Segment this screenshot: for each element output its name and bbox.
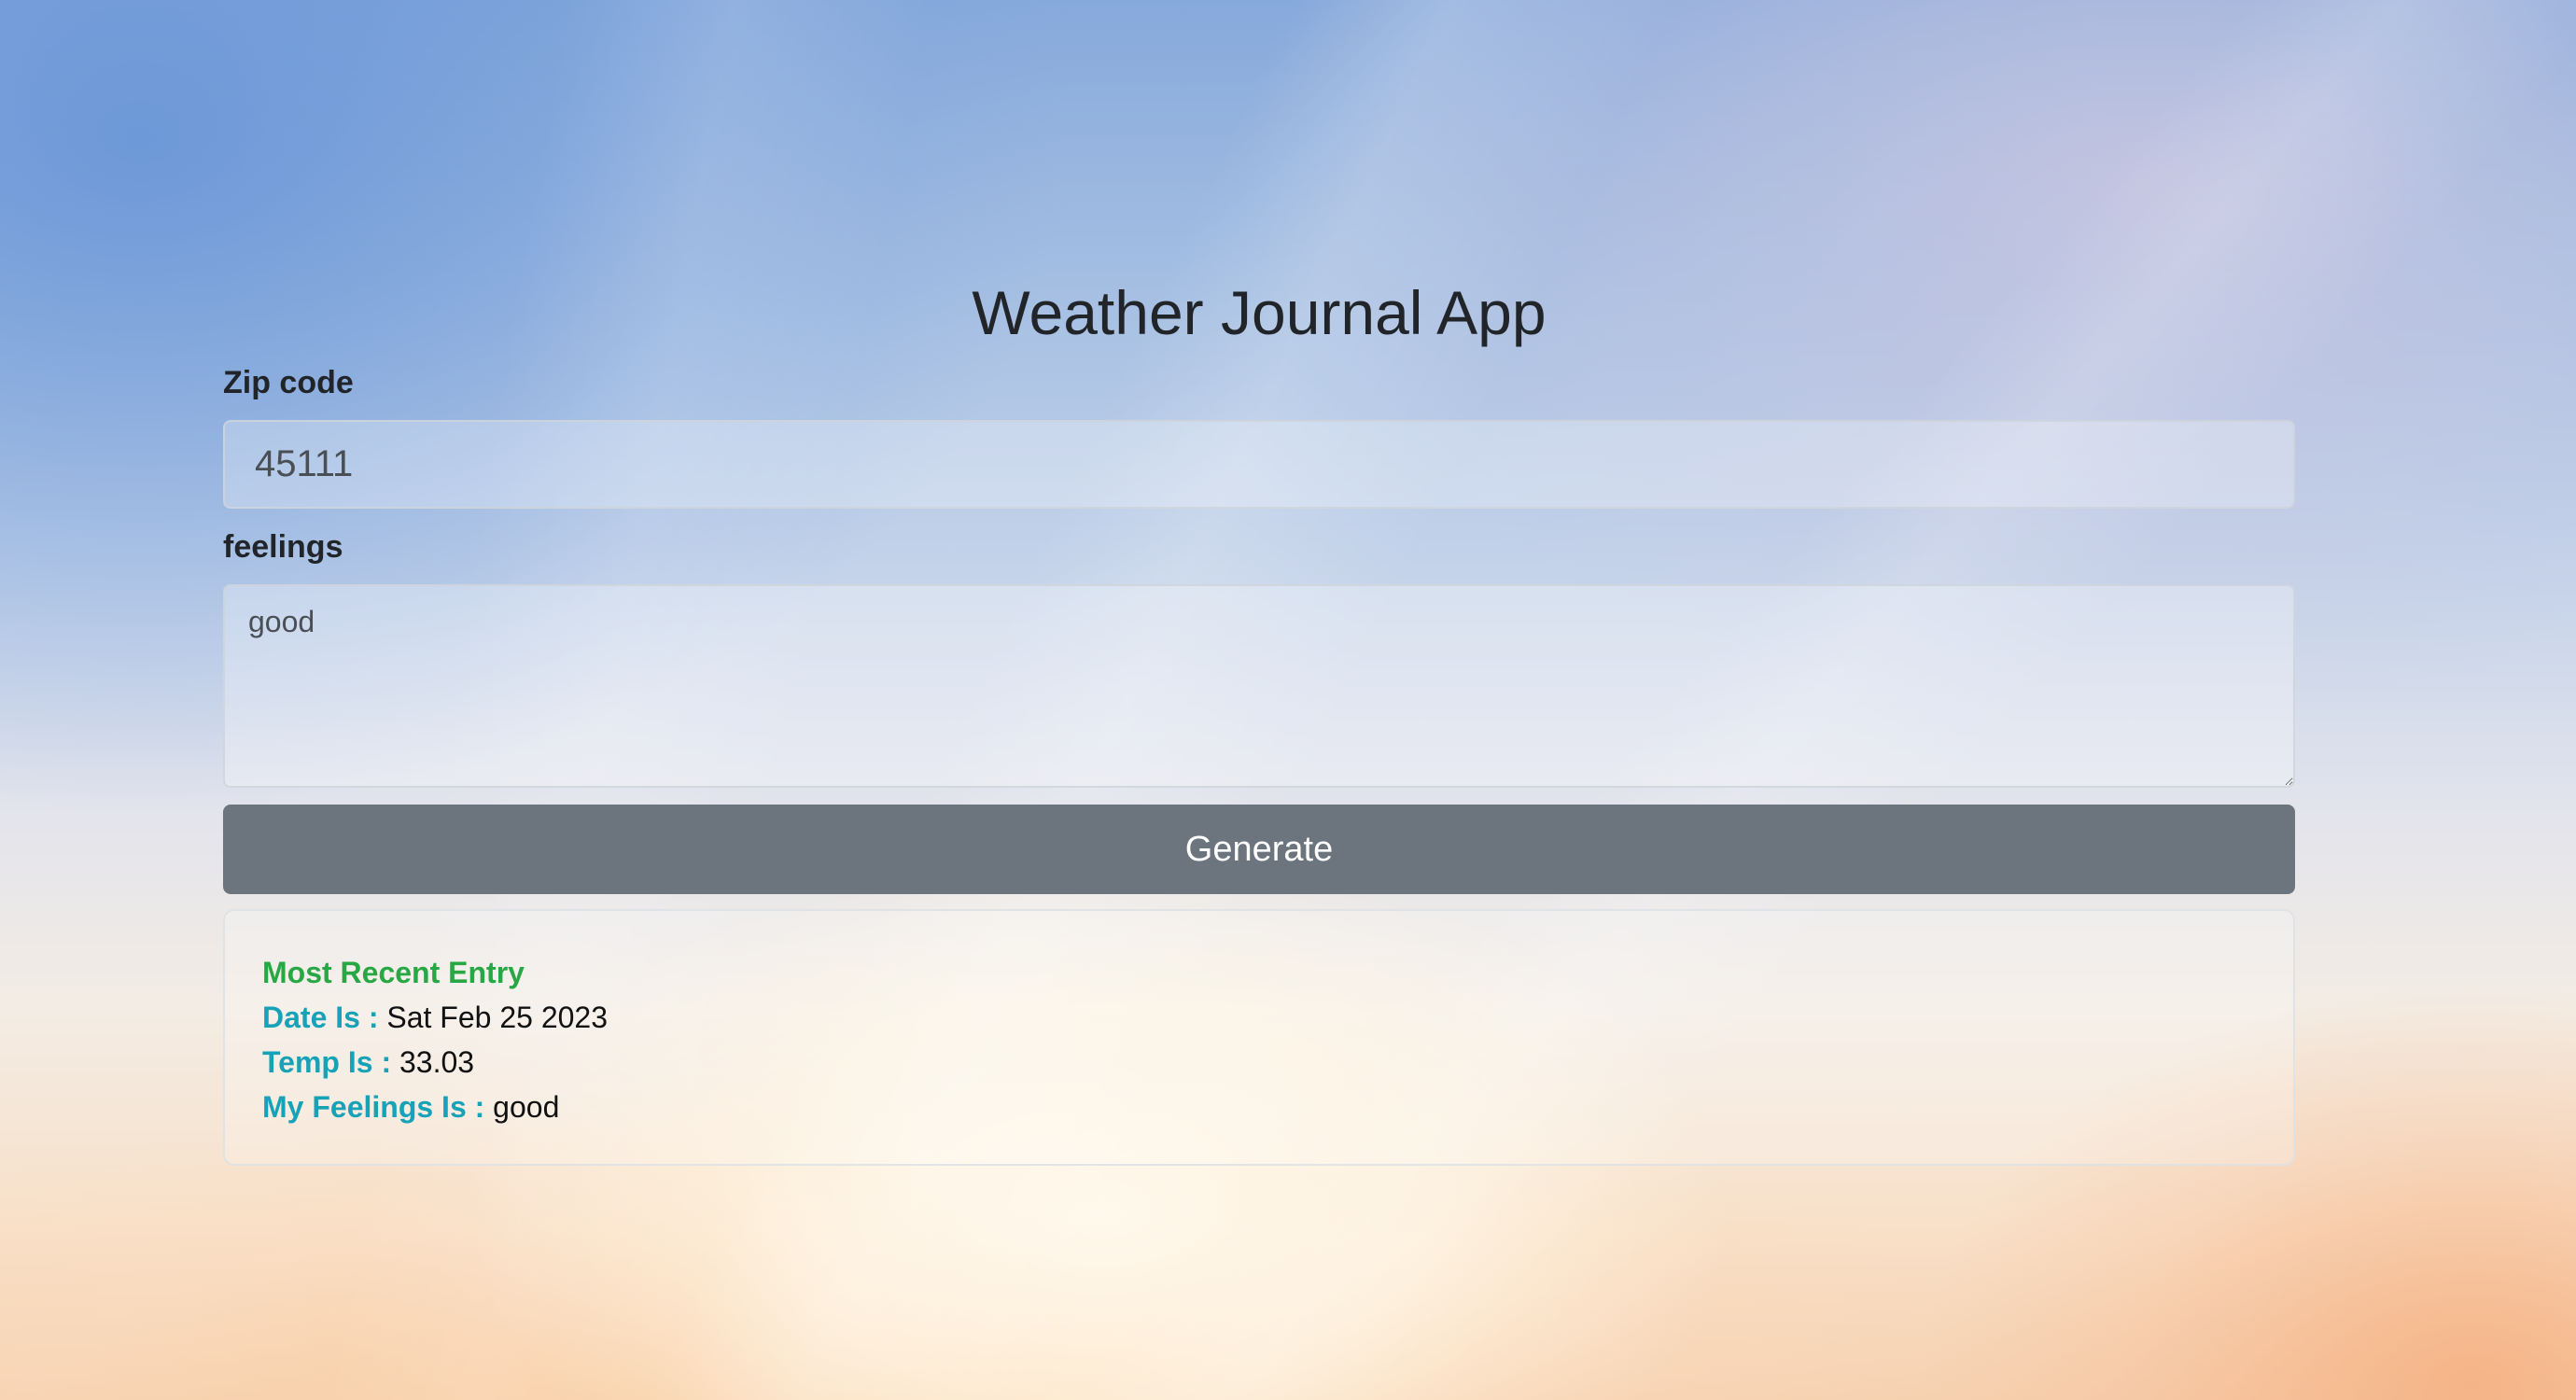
entry-feelings-value: good xyxy=(493,1090,560,1124)
entry-feelings-row: My Feelings Is : good xyxy=(262,1085,2256,1129)
most-recent-entry-card: Most Recent Entry Date Is : Sat Feb 25 2… xyxy=(223,909,2295,1166)
entry-date-label: Date Is : xyxy=(262,1001,387,1034)
entry-temp-row: Temp Is : 33.03 xyxy=(262,1040,2256,1085)
entry-heading: Most Recent Entry xyxy=(262,956,525,989)
entry-date-row: Date Is : Sat Feb 25 2023 xyxy=(262,995,2256,1040)
generate-button[interactable]: Generate xyxy=(223,805,2295,894)
feelings-label: feelings xyxy=(223,529,343,565)
entry-date-value: Sat Feb 25 2023 xyxy=(386,1001,608,1034)
zip-code-input[interactable] xyxy=(223,420,2295,509)
entry-temp-label: Temp Is : xyxy=(262,1045,399,1079)
feelings-textarea[interactable]: good xyxy=(223,584,2295,788)
entry-temp-value: 33.03 xyxy=(399,1045,475,1079)
zip-code-label: Zip code xyxy=(223,365,354,400)
page-title: Weather Journal App xyxy=(972,278,1547,347)
entry-feelings-label: My Feelings Is : xyxy=(262,1090,494,1124)
